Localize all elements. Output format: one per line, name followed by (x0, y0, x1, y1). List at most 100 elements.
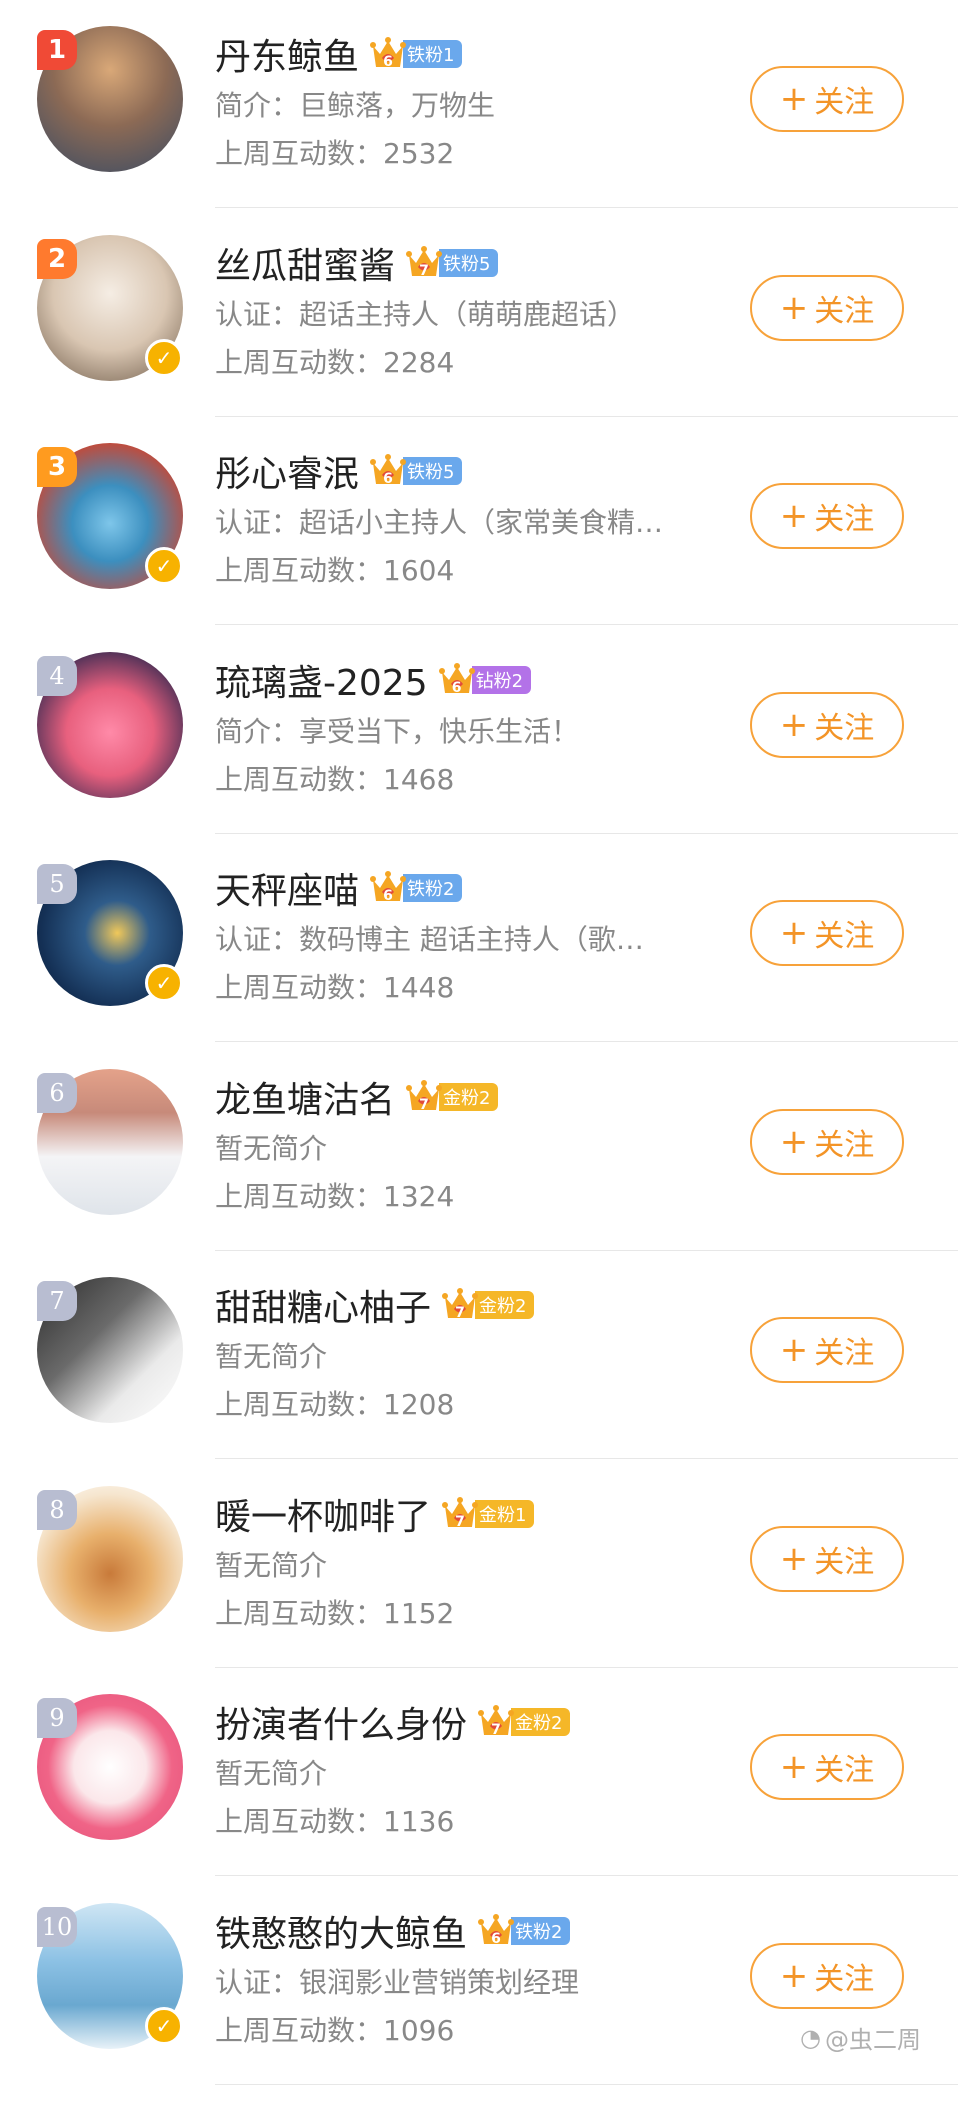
name-line: 铁憨憨的大鲸鱼 6 铁粉2 (215, 1903, 571, 1959)
user-name[interactable]: 天秤座喵 (215, 862, 359, 914)
fan-level: 6 (451, 679, 462, 696)
rank-badge: 8 (37, 1489, 77, 1530)
list-item[interactable]: 1 丹东鲸鱼 6 铁粉1 简介：巨鲸落，万物生 上周互动数：2532 + 关注 (0, 0, 958, 208)
follow-label: 关注 (814, 1961, 875, 1997)
user-name[interactable]: 龙鱼塘沽名 (215, 1071, 395, 1123)
list-item[interactable]: 9 扮演者什么身份 7 金粉2 暂无简介 上周互动数：1136 + 关注 (0, 1668, 958, 1876)
fan-badge: 6 铁粉2 (369, 870, 463, 906)
user-description: 暂无简介 (215, 1340, 328, 1373)
user-name[interactable]: 丝瓜甜蜜酱 (215, 237, 395, 289)
weekly-interactions: 上周互动数：1604 (215, 554, 455, 587)
fan-badge: 6 钻粉2 (438, 662, 532, 698)
follow-button[interactable]: + 关注 (750, 1525, 904, 1592)
avatar[interactable]: 2 ✓ (37, 234, 183, 381)
follow-button[interactable]: + 关注 (750, 1734, 904, 1800)
weekly-interactions: 上周互动数：2532 (215, 137, 455, 170)
list-item[interactable]: 5 ✓ 天秤座喵 6 铁粉2 认证：数码博主 超话主持人（歌… 上周互动数：14… (0, 834, 958, 1042)
plus-icon: + (779, 287, 809, 328)
avatar[interactable]: 6 (37, 1068, 183, 1215)
avatar[interactable]: 8 (37, 1485, 183, 1632)
avatar[interactable]: 7 (37, 1277, 183, 1423)
weekly-interactions: 上周互动数：1208 (215, 1388, 455, 1421)
crown-icon: 7 (441, 1496, 479, 1532)
rank-badge: 1 (37, 30, 77, 70)
fan-level: 7 (419, 262, 429, 279)
follow-label: 关注 (814, 1544, 875, 1580)
rank-badge: 9 (37, 1698, 77, 1738)
follow-label: 关注 (814, 1127, 875, 1163)
verified-icon: ✓ (145, 964, 183, 1002)
ranking-list: 1 丹东鲸鱼 6 铁粉1 简介：巨鲸落，万物生 上周互动数：2532 + 关注 … (0, 0, 958, 2105)
fan-badge: 7 金粉2 (405, 1079, 499, 1115)
rank-badge: 7 (37, 1281, 77, 1321)
follow-button[interactable]: + 关注 (750, 691, 904, 758)
fan-level: 7 (491, 1722, 501, 1738)
list-item[interactable]: 2 ✓ 丝瓜甜蜜酱 7 铁粉5 认证：超话主持人（萌萌鹿超话） 上周互动数：22… (0, 209, 958, 417)
crown-icon: 7 (405, 1079, 443, 1115)
fan-tag: 铁粉2 (403, 874, 463, 902)
fan-level: 7 (455, 1513, 465, 1530)
rank-badge: 3 (37, 447, 77, 487)
list-item[interactable]: 7 甜甜糖心柚子 7 金粉2 暂无简介 上周互动数：1208 + 关注 (0, 1251, 958, 1459)
avatar[interactable]: 10 ✓ (37, 1902, 183, 2049)
plus-icon: + (779, 1747, 809, 1787)
rank-badge: 10 (37, 1906, 77, 1947)
follow-button[interactable]: + 关注 (750, 900, 904, 966)
follow-label: 关注 (814, 85, 875, 120)
user-name[interactable]: 琉璃盏-2025 (215, 654, 428, 706)
list-item[interactable]: 3 ✓ 彤心睿泯 6 铁粉5 认证：超话小主持人（家常美食精… 上周互动数：16… (0, 417, 958, 625)
fan-badge: 7 金粉1 (441, 1496, 535, 1532)
crown-icon: 6 (369, 36, 407, 72)
follow-button[interactable]: + 关注 (750, 1108, 904, 1175)
rank-badge: 2 (37, 238, 77, 279)
follow-button[interactable]: + 关注 (750, 483, 904, 549)
fan-tag: 金粉2 (511, 1708, 571, 1736)
avatar[interactable]: 4 (37, 651, 183, 798)
avatar[interactable]: 5 ✓ (37, 860, 183, 1006)
avatar[interactable]: 1 (37, 26, 183, 172)
list-item[interactable]: 8 暖一杯咖啡了 7 金粉1 暂无简介 上周互动数：1152 + 关注 (0, 1460, 958, 1668)
name-line: 龙鱼塘沽名 7 金粉2 (215, 1069, 499, 1125)
fan-level: 6 (383, 54, 393, 70)
fan-tag: 铁粉2 (511, 1916, 571, 1945)
rank-badge: 4 (37, 655, 77, 696)
fan-level: 6 (383, 471, 393, 487)
name-line: 丝瓜甜蜜酱 7 铁粉5 (215, 235, 499, 291)
user-name[interactable]: 扮演者什么身份 (215, 1696, 467, 1748)
follow-label: 关注 (814, 1336, 875, 1371)
verified-icon: ✓ (145, 338, 183, 377)
user-description: 暂无简介 (215, 1131, 328, 1165)
fan-tag: 金粉1 (475, 1499, 535, 1528)
user-name[interactable]: 甜甜糖心柚子 (215, 1279, 431, 1331)
follow-button[interactable]: + 关注 (750, 66, 904, 132)
name-line: 彤心睿泯 6 铁粉5 (215, 443, 463, 499)
weekly-interactions: 上周互动数：1096 (215, 2013, 455, 2047)
user-description: 认证：超话主持人（萌萌鹿超话） (215, 297, 636, 331)
watermark: ◔ @虫二周 (800, 2020, 921, 2055)
list-item[interactable]: 6 龙鱼塘沽名 7 金粉2 暂无简介 上周互动数：1324 + 关注 (0, 1043, 958, 1251)
fan-level: 6 (491, 1930, 501, 1947)
user-name[interactable]: 彤心睿泯 (215, 445, 359, 497)
plus-icon: + (779, 1538, 809, 1579)
avatar[interactable]: 9 (37, 1694, 183, 1840)
divider (215, 2083, 958, 2085)
follow-button[interactable]: + 关注 (750, 1942, 904, 2009)
weekly-interactions: 上周互动数：1136 (215, 1805, 455, 1838)
user-name[interactable]: 铁憨憨的大鲸鱼 (215, 1905, 467, 1957)
fan-badge: 7 金粉2 (477, 1704, 571, 1740)
avatar[interactable]: 3 ✓ (37, 443, 183, 589)
user-description: 暂无简介 (215, 1548, 328, 1582)
user-name[interactable]: 丹东鲸鱼 (215, 28, 359, 80)
fan-badge: 7 铁粉5 (405, 245, 499, 281)
crown-icon: 7 (405, 245, 443, 281)
crown-icon: 6 (477, 1913, 515, 1949)
fan-tag: 金粉2 (475, 1291, 535, 1319)
weekly-interactions: 上周互动数：1152 (215, 1596, 455, 1630)
name-line: 扮演者什么身份 7 金粉2 (215, 1694, 571, 1750)
follow-button[interactable]: + 关注 (750, 1317, 904, 1383)
plus-icon: + (779, 1955, 809, 1996)
fan-badge: 6 铁粉1 (369, 36, 463, 72)
list-item[interactable]: 4 琉璃盏-2025 6 钻粉2 简介：享受当下，快乐生活！ 上周互动数：146… (0, 626, 958, 834)
user-name[interactable]: 暖一杯咖啡了 (215, 1488, 431, 1540)
follow-button[interactable]: + 关注 (750, 274, 904, 341)
